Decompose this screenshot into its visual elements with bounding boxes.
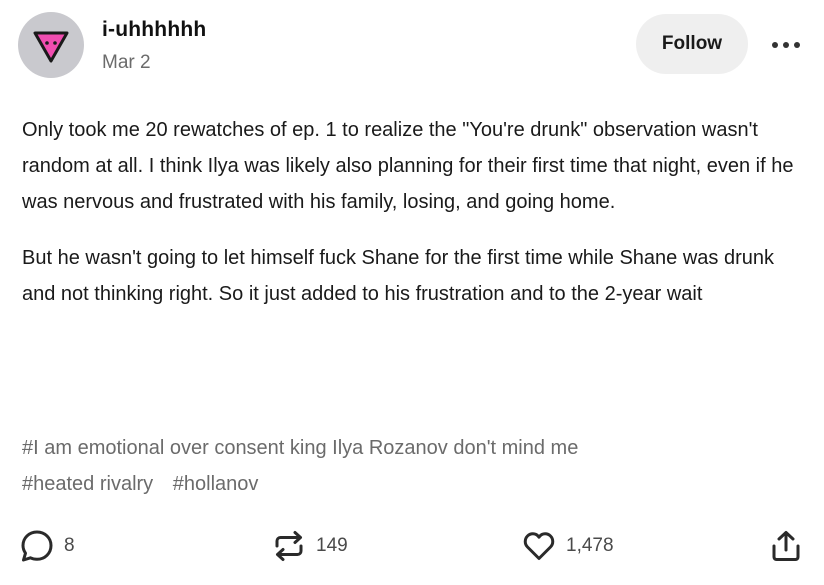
post-header: i-uhhhhhh Mar 2 Follow: [18, 12, 804, 82]
like-count: 1,478: [566, 535, 614, 556]
more-options-button[interactable]: [768, 30, 804, 60]
follow-button[interactable]: Follow: [636, 14, 748, 74]
tag-link[interactable]: #heated rivalry: [22, 473, 153, 495]
share-button[interactable]: [770, 526, 802, 566]
more-dots-icon: [772, 42, 800, 48]
post-date[interactable]: Mar 2: [102, 52, 151, 74]
post-paragraph: Only took me 20 rewatches of ep. 1 to re…: [22, 119, 794, 213]
post-paragraph: But he wasn't going to let himself fuck …: [22, 247, 774, 305]
avatar[interactable]: [18, 12, 84, 78]
triangle-logo-icon: [33, 31, 69, 63]
like-button[interactable]: 1,478: [522, 526, 614, 566]
author-name[interactable]: i-uhhhhhh: [102, 18, 206, 42]
tag-list: #I am emotional over consent king Ilya R…: [22, 430, 806, 502]
comment-count: 8: [64, 535, 75, 556]
reblog-icon: [275, 531, 303, 561]
tag-link[interactable]: #hollanov: [173, 473, 259, 495]
post-body: Only took me 20 rewatches of ep. 1 to re…: [22, 112, 806, 332]
tag-link[interactable]: #I am emotional over consent king Ilya R…: [22, 437, 578, 459]
heart-icon: [523, 532, 555, 560]
post-footer: 8 149 1,478: [18, 526, 808, 566]
reblog-count: 149: [316, 535, 348, 556]
reblog-button[interactable]: 149: [272, 526, 348, 566]
comment-button[interactable]: 8: [20, 526, 75, 566]
comment-icon: [21, 530, 53, 562]
share-icon: [772, 531, 800, 561]
